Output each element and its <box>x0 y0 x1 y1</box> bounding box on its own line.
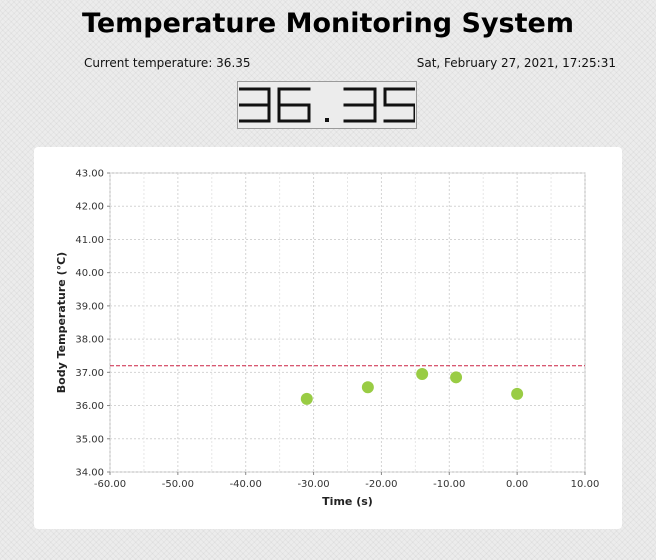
lcd-temperature-display <box>237 81 417 129</box>
y-tick-label: 43.00 <box>75 169 104 180</box>
lcd-digit <box>383 87 415 123</box>
y-tick-label: 40.00 <box>75 268 104 279</box>
lcd-digit <box>277 87 311 123</box>
lcd-digit <box>239 87 271 123</box>
x-tick-label: 10.00 <box>571 479 600 490</box>
data-point <box>450 371 463 384</box>
x-tick-label: 0.00 <box>506 479 528 490</box>
x-axis-label: Time (s) <box>322 495 373 508</box>
y-tick-label: 34.00 <box>75 468 104 479</box>
y-tick-label: 37.00 <box>75 368 104 379</box>
app-title: Temperature Monitoring System <box>82 8 574 39</box>
x-tick-label: -30.00 <box>297 479 329 490</box>
x-tick-label: -10.00 <box>433 479 465 490</box>
x-tick-label: -20.00 <box>365 479 397 490</box>
current-temperature-label: Current temperature: 36.35 <box>84 56 251 70</box>
data-point <box>300 392 313 405</box>
data-point <box>511 387 524 400</box>
y-tick-label: 36.00 <box>75 401 104 412</box>
x-tick-label: -40.00 <box>230 479 262 490</box>
lcd-digit <box>343 87 377 123</box>
datetime-label: Sat, February 27, 2021, 17:25:31 <box>416 56 616 70</box>
lcd-digits <box>239 87 415 123</box>
x-tick-label: -60.00 <box>94 479 126 490</box>
y-tick-label: 41.00 <box>75 235 104 246</box>
x-tick-label: -50.00 <box>162 479 194 490</box>
data-point <box>416 367 429 380</box>
data-point <box>361 381 374 394</box>
y-tick-label: 39.00 <box>75 301 104 312</box>
y-axis-label: Body Temperature (°C) <box>55 252 68 393</box>
y-tick-label: 42.00 <box>75 202 104 213</box>
chart-panel: -60.00 -50.00 -40.00 -30.00 -20.00 -10.00 0.00… <box>34 147 622 529</box>
y-tick-label: 35.00 <box>75 434 104 445</box>
y-tick-label: 38.00 <box>75 335 104 346</box>
lcd-decimal-point <box>325 118 329 122</box>
temperature-chart: -60.00 -50.00 -40.00 -30.00 -20.00 -10.00 0.00… <box>55 169 600 509</box>
